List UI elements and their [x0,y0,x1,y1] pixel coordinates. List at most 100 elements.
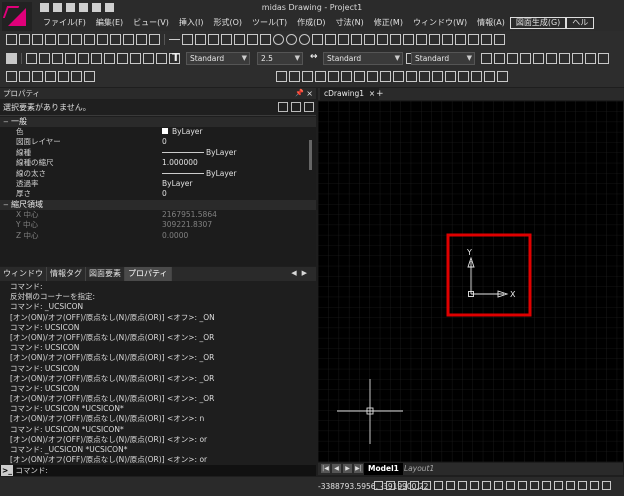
text-height-select[interactable]: 2.5 ▼ [257,52,303,65]
tool-icon[interactable] [506,481,515,490]
command-input[interactable]: >_ コマンド: [0,465,316,476]
select-objects-icon[interactable] [291,102,301,112]
menu-help[interactable]: ヘル [566,17,595,29]
tool-icon[interactable] [481,34,492,45]
tool-icon[interactable] [39,53,50,64]
tool-icon[interactable] [104,53,115,64]
tool-icon[interactable] [494,481,503,490]
tab-properties[interactable]: プロパティ [125,267,172,281]
tool-icon[interactable] [276,71,287,82]
menu-edit[interactable]: 編集(E) [91,17,128,29]
new-tab-icon[interactable]: + [376,88,384,100]
tab-info-tag[interactable]: 情報タグ [47,267,86,281]
mtext-icon[interactable] [403,34,414,45]
table-style-select[interactable]: Standard ▼ [411,52,475,65]
tool-icon[interactable] [590,481,599,490]
dim-style-select[interactable]: Standard ▼ [323,52,403,65]
selection-select[interactable]: 選択要素がありません。 [0,100,316,116]
circle-icon[interactable] [273,34,284,45]
tool-icon[interactable] [578,481,587,490]
grid-icon[interactable] [386,481,395,490]
menu-insert[interactable]: 挿入(I) [174,17,209,29]
tool-icon[interactable] [518,481,527,490]
tool-icon[interactable] [406,71,417,82]
tool-icon[interactable] [354,71,365,82]
polygon-icon[interactable] [247,34,258,45]
tool-icon[interactable] [341,71,352,82]
prop-row-linetype-scale[interactable]: 線種の縮尺 1.000000 [0,158,316,168]
prop-row-thickness[interactable]: 厚さ 0 [0,189,316,199]
tool-icon[interactable] [110,34,121,45]
tool-icon[interactable] [546,53,557,64]
tool-icon[interactable] [416,34,427,45]
tool-icon[interactable] [468,34,479,45]
tool-icon[interactable] [32,34,43,45]
tool-icon[interactable] [482,481,491,490]
section-scale-area[interactable]: − 縮尺領域 [0,199,316,210]
snap-icon[interactable] [374,481,383,490]
tool-icon[interactable] [471,71,482,82]
tool-icon[interactable] [429,34,440,45]
menu-create[interactable]: 作成(D) [292,17,330,29]
section-general[interactable]: − 一般 [0,117,316,127]
otrack-icon[interactable] [434,481,443,490]
tool-icon[interactable] [442,34,453,45]
tool-icon[interactable] [559,53,570,64]
line-icon[interactable] [169,39,180,45]
tool-icon[interactable] [136,34,147,45]
donut-icon[interactable] [286,34,297,45]
xline-icon[interactable] [182,34,193,45]
tool-icon[interactable] [585,53,596,64]
tool-icon[interactable] [26,53,37,64]
tool-icon[interactable] [554,481,563,490]
menu-modify[interactable]: 修正(M) [369,17,408,29]
prop-row-color[interactable]: 色 ByLayer [0,127,316,137]
layer-icon[interactable] [6,53,17,64]
tool-icon[interactable] [91,53,102,64]
tool-icon[interactable] [520,53,531,64]
gradient-icon[interactable] [325,34,336,45]
tool-icon[interactable] [494,53,505,64]
polyline-icon[interactable] [208,34,219,45]
tool-icon[interactable] [328,71,339,82]
tool-icon[interactable] [97,34,108,45]
tool-icon[interactable] [419,71,430,82]
tool-icon[interactable] [458,71,469,82]
region-icon[interactable] [338,34,349,45]
collapse-icon[interactable]: − [3,200,11,210]
tool-icon[interactable] [566,481,575,490]
tool-icon[interactable] [432,71,443,82]
tool-icon[interactable] [84,71,95,82]
insert-block-icon[interactable] [390,34,401,45]
tab-window[interactable]: ウィンドウ [0,267,47,281]
tool-icon[interactable] [393,71,404,82]
tool-icon[interactable] [58,34,69,45]
tool-icon[interactable] [602,481,611,490]
tool-icon[interactable] [19,34,30,45]
osnap-icon[interactable] [422,481,431,490]
tool-icon[interactable] [117,53,128,64]
next-tab-button[interactable]: ▶ [343,464,352,473]
close-tab-icon[interactable]: × [366,89,375,98]
tool-icon[interactable] [58,71,69,82]
block-icon[interactable] [377,34,388,45]
tool-icon[interactable] [598,53,609,64]
tool-icon[interactable] [149,34,160,45]
tool-icon[interactable] [45,71,56,82]
rectangle-icon[interactable] [234,34,245,45]
tool-icon[interactable] [78,53,89,64]
tool-icon[interactable] [530,481,539,490]
prev-tab-button[interactable]: ◀ [332,464,341,473]
tool-icon[interactable] [572,53,583,64]
menu-info[interactable]: 情報(A) [472,17,510,29]
menu-window[interactable]: ウィンドウ(W) [408,17,472,29]
collapse-icon[interactable]: − [3,117,11,127]
menu-dimension[interactable]: 寸法(N) [331,17,369,29]
scrollbar[interactable] [309,140,312,170]
tool-icon[interactable] [156,53,167,64]
tool-icon[interactable] [455,34,466,45]
model-space[interactable]: Y X [318,101,623,462]
menu-view[interactable]: ビュー(V) [128,17,174,29]
hatch-icon[interactable] [312,34,323,45]
tool-icon[interactable] [367,71,378,82]
